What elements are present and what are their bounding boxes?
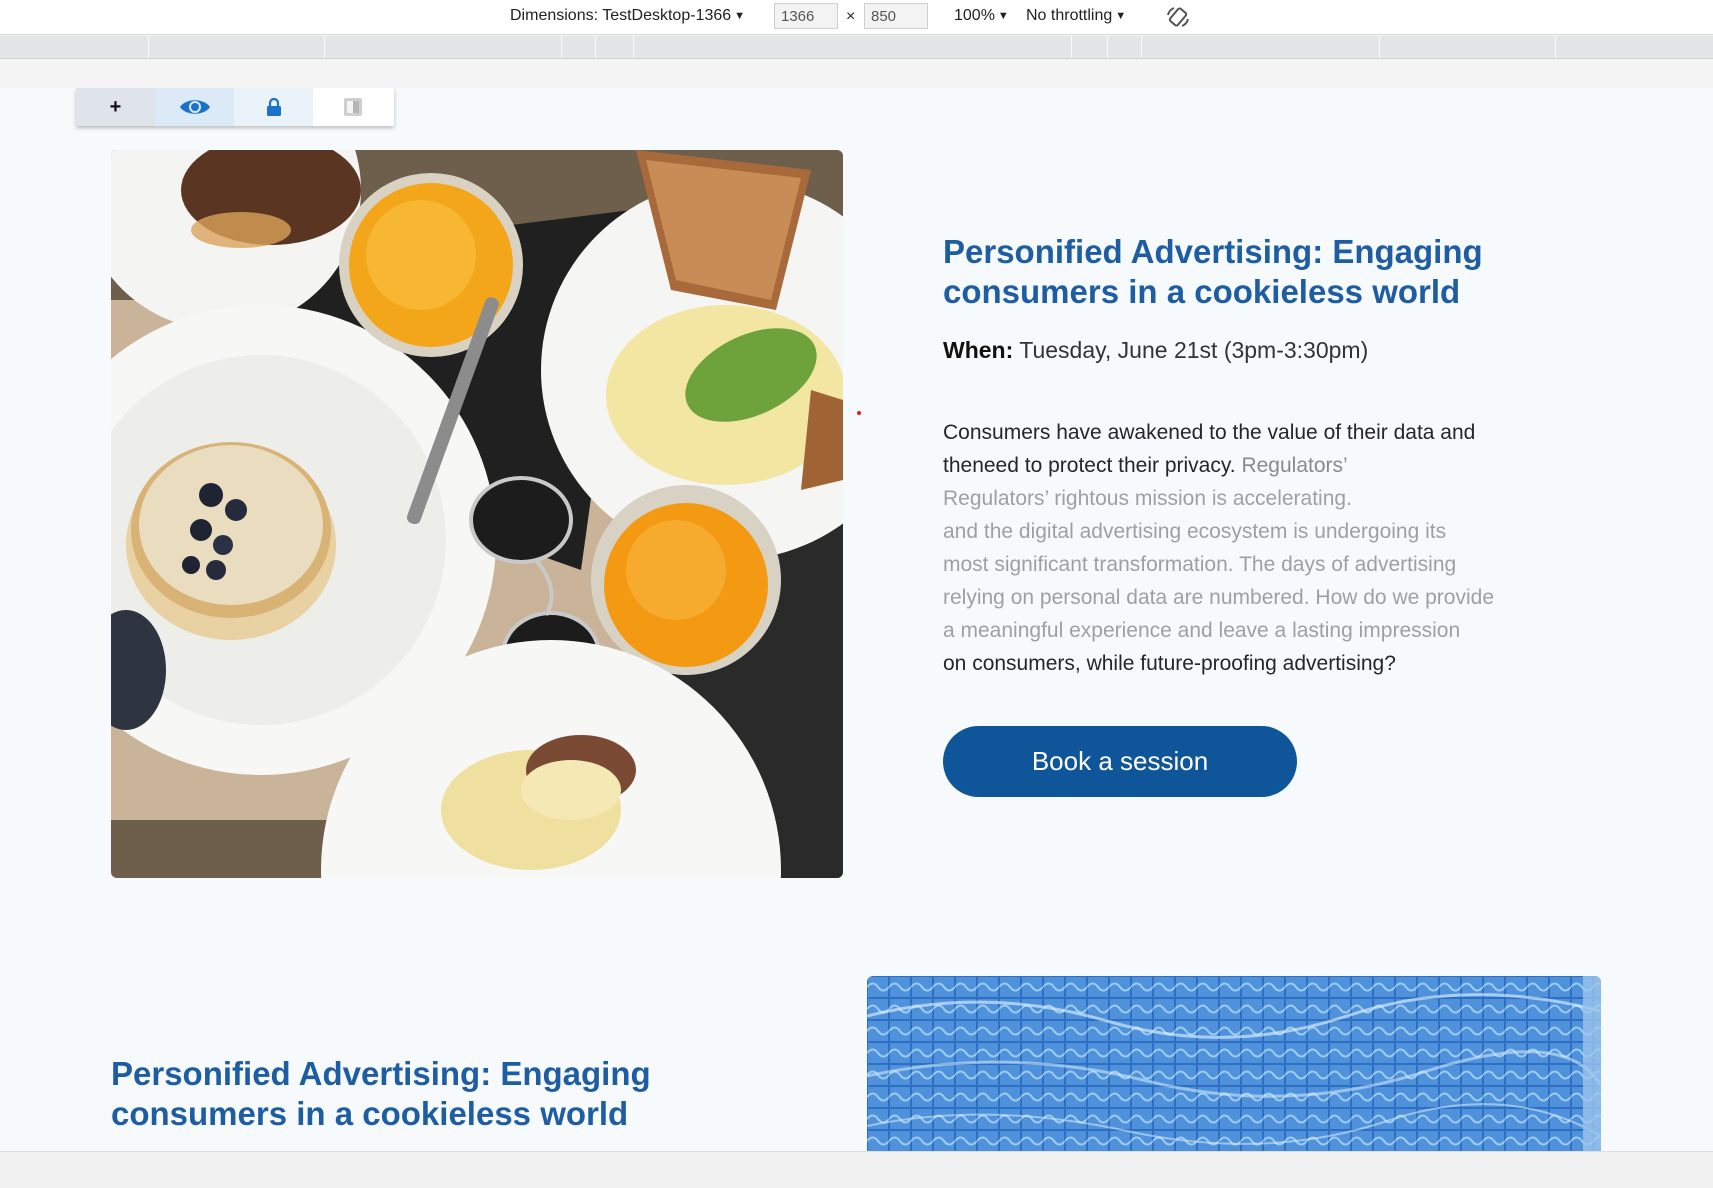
devtools-bottom-bar [0, 1151, 1713, 1188]
overlay-text-line: a meaningful experience and leave a last… [943, 619, 1461, 642]
article-title: Personified Advertising: Engaging consum… [943, 233, 1483, 310]
caret-down-icon: ▼ [1115, 10, 1127, 22]
throttling-label: No throttling [1026, 7, 1113, 24]
lock-button[interactable] [234, 88, 313, 126]
when-value: Tuesday, June 21st (3pm-3:30pm) [1019, 337, 1369, 363]
session-time: When: Tuesday, June 21st (3pm-3:30pm) [943, 337, 1368, 364]
width-input[interactable] [774, 3, 838, 29]
contrast-button[interactable] [313, 88, 392, 126]
dimensions-dropdown[interactable]: Dimensions: TestDesktop-1366 ▼ [510, 7, 745, 25]
page-viewport: + Personified Advertising: Engaging cons… [0, 88, 1713, 1151]
marker-dot [857, 411, 861, 415]
plus-icon: + [109, 96, 122, 118]
editor-toolbar: + [76, 88, 394, 126]
media-query-bar[interactable] [0, 36, 1713, 59]
dimensions-label: Dimensions: TestDesktop-1366 [510, 7, 732, 24]
overlay-text-line: and the digital advertising ecosystem is… [943, 520, 1447, 543]
article-title: Personified Advertising: Engaging consum… [111, 1055, 651, 1132]
overlay-text-line: most significant transformation. The day… [943, 553, 1457, 576]
article-description: Consumers have awakened to the value of … [943, 416, 1543, 482]
preview-button[interactable] [155, 88, 234, 126]
add-button[interactable]: + [76, 88, 155, 126]
breakfast-image [111, 150, 843, 878]
eye-icon [179, 100, 210, 114]
zoom-dropdown[interactable]: 100% ▼ [954, 7, 1009, 25]
caret-down-icon: ▼ [997, 10, 1009, 22]
pool-water-image [867, 976, 1601, 1151]
overlay-text-line: Regulators’ rightous mission is accelera… [943, 487, 1352, 510]
description-tail: Regulators’ [1241, 454, 1348, 477]
height-input[interactable] [864, 3, 928, 29]
contrast-icon [343, 98, 362, 116]
when-label: When: [943, 337, 1014, 363]
description-text: Consumers have awakened to the value of … [943, 421, 1476, 477]
caret-down-icon: ▼ [734, 10, 746, 22]
dimension-times: × [846, 8, 856, 25]
throttling-dropdown[interactable]: No throttling ▼ [1026, 7, 1126, 25]
lock-icon [266, 97, 281, 116]
book-session-button[interactable]: Book a session [943, 726, 1297, 797]
overlay-text-line: on consumers, while future-proofing adve… [943, 652, 1396, 675]
rotate-icon[interactable] [1164, 3, 1192, 31]
zoom-label: 100% [954, 7, 995, 24]
overlay-text-line: relying on personal data are numbered. H… [943, 586, 1494, 609]
devtools-device-toolbar: Dimensions: TestDesktop-1366▼ × 100%▼ No… [0, 0, 1713, 35]
